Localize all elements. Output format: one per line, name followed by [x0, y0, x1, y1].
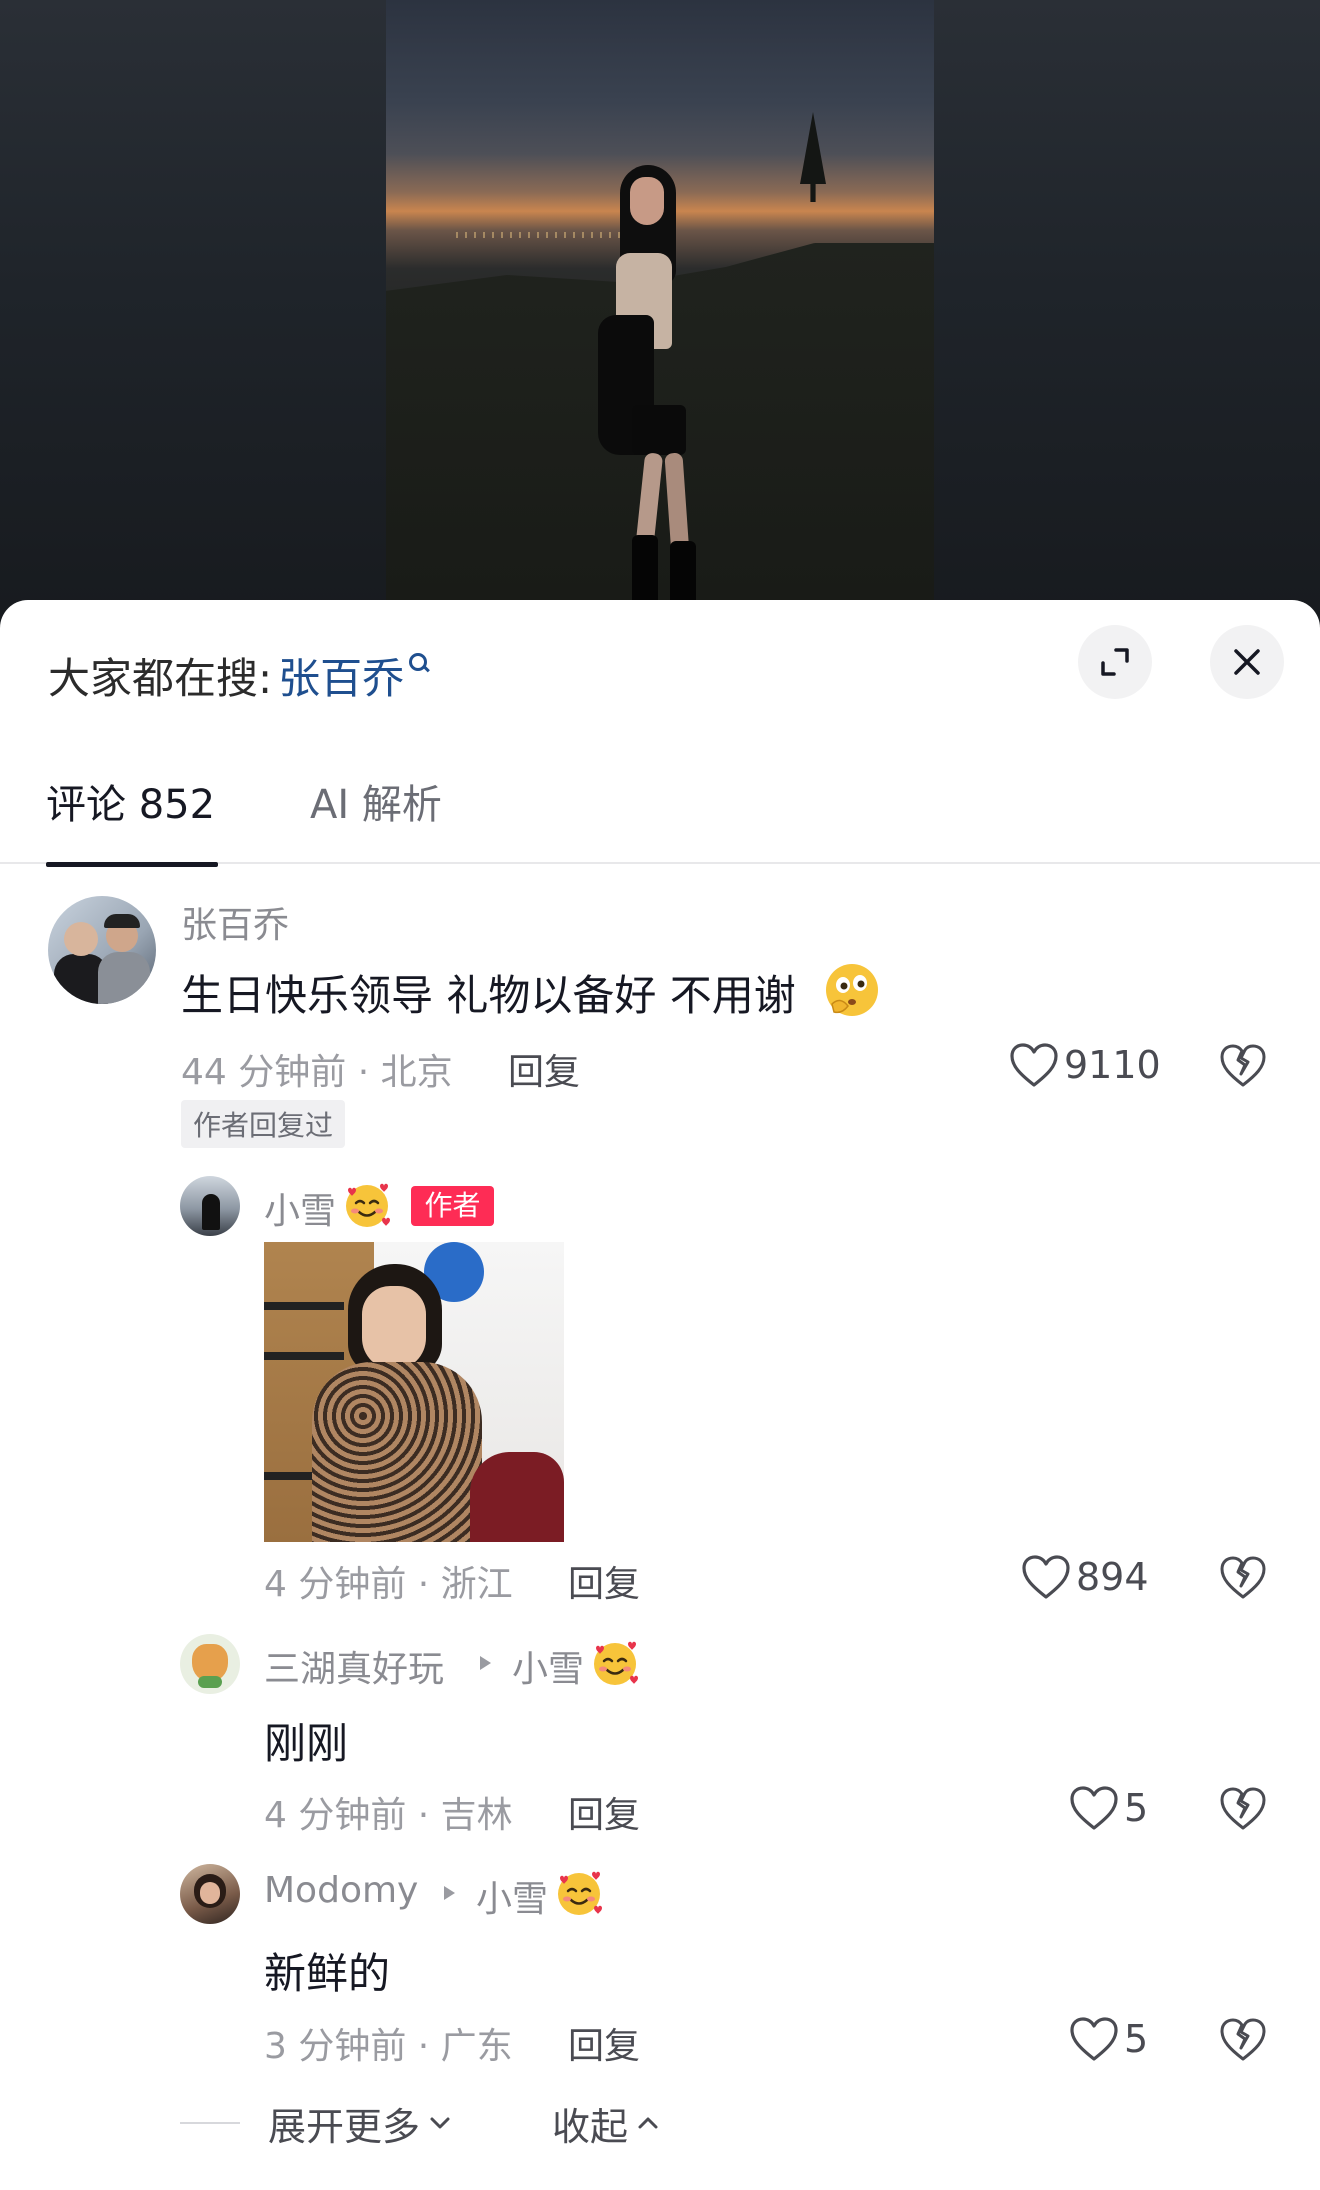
collapse-button[interactable]: 收起: [552, 2098, 662, 2149]
expand-more-label: 展开更多: [268, 2104, 421, 2149]
like-button[interactable]: 5: [1068, 1783, 1148, 1833]
reply-text: 新鲜的: [264, 1949, 391, 1998]
expand-more-button[interactable]: 展开更多: [268, 2096, 454, 2151]
search-term[interactable]: 张百乔: [278, 645, 404, 706]
like-button[interactable]: 5: [1068, 2014, 1148, 2064]
comment-text: 生日快乐领导 礼物以备好 不用谢: [181, 962, 796, 1023]
expand-button[interactable]: [1078, 625, 1152, 699]
tab-ai-label: AI 解析: [310, 782, 442, 828]
dislike-button[interactable]: [1219, 1554, 1267, 1602]
reply-avatar[interactable]: [180, 1176, 240, 1236]
chevron-up-icon: [638, 2117, 658, 2129]
reply-button[interactable]: 回复: [568, 2017, 640, 2069]
broken-heart-icon: [1220, 2018, 1266, 2061]
expand-divider: [180, 2122, 240, 2124]
close-icon: [1234, 649, 1260, 675]
video-player[interactable]: [0, 0, 1320, 640]
like-button[interactable]: 9110: [1008, 1040, 1161, 1090]
smiling-face-with-hearts-emoji: [554, 1868, 604, 1918]
comment-username[interactable]: 张百乔: [181, 896, 289, 948]
comment-sheet: 大家都在搜: 张百乔 评论 852 AI 解析 张百乔 生日快乐领导 礼物以备好…: [0, 600, 1320, 2190]
broken-heart-icon: [1220, 1556, 1266, 1599]
video-person: [598, 165, 708, 611]
reply-meta: 4 分钟前 · 浙江: [264, 1564, 513, 1605]
author-badge: 作者: [411, 1186, 494, 1226]
heart-icon: [1070, 2017, 1118, 2061]
reply-meta: 4 分钟前 · 吉林: [264, 1795, 513, 1836]
tab-comments-label: 评论 852: [46, 782, 216, 828]
comment-text-content: 生日快乐领导 礼物以备好 不用谢: [181, 971, 796, 1020]
search-prefix: 大家都在搜:: [48, 653, 273, 703]
reply-to-username[interactable]: 小雪: [512, 1640, 584, 1692]
search-icon: [408, 652, 430, 674]
reply-button[interactable]: 回复: [508, 1043, 580, 1095]
reply-button[interactable]: 回复: [568, 1786, 640, 1838]
broken-heart-icon: [1220, 1044, 1266, 1087]
heart-icon: [1022, 1555, 1070, 1599]
dislike-button[interactable]: [1219, 2016, 1267, 2064]
smiling-face-with-hearts-emoji: [342, 1180, 392, 1230]
video-frame: [386, 0, 934, 640]
smiling-face-with-hearts-emoji: [590, 1638, 640, 1688]
tab-ai-analysis[interactable]: AI 解析: [310, 772, 442, 830]
like-count: 5: [1124, 1786, 1149, 1830]
expand-row: 展开更多: [180, 2096, 454, 2151]
chevron-down-icon: [430, 2117, 450, 2129]
reply-meta: 3 分钟前 · 广东: [264, 2026, 513, 2067]
avatar[interactable]: [48, 896, 156, 1004]
reply-username[interactable]: Modomy: [264, 1870, 418, 1911]
reply-avatar[interactable]: [180, 1634, 240, 1694]
collapse-label: 收起: [552, 2104, 629, 2149]
reply-button[interactable]: 回复: [568, 1555, 640, 1607]
thinking-face-emoji: [822, 960, 882, 1020]
reply-image[interactable]: [264, 1242, 564, 1542]
like-count: 5: [1124, 2017, 1149, 2061]
reply-arrow-icon: [444, 1886, 455, 1900]
reply-avatar[interactable]: [180, 1864, 240, 1924]
comment-meta: 44 分钟前 · 北京: [181, 1052, 453, 1093]
video-tree: [800, 112, 826, 202]
like-count: 894: [1076, 1555, 1149, 1599]
dislike-button[interactable]: [1219, 1042, 1267, 1090]
author-replied-badge: 作者回复过: [181, 1100, 346, 1148]
expand-icon: [1101, 648, 1129, 676]
like-button[interactable]: 894: [1020, 1552, 1149, 1602]
close-button[interactable]: [1210, 625, 1284, 699]
broken-heart-icon: [1220, 1787, 1266, 1830]
like-count: 9110: [1064, 1043, 1161, 1087]
heart-icon: [1070, 1786, 1118, 1830]
reply-username[interactable]: 小雪: [264, 1182, 336, 1234]
search-suggestion[interactable]: 大家都在搜: 张百乔: [48, 640, 430, 710]
tab-comments[interactable]: 评论 852: [46, 772, 218, 867]
dislike-button[interactable]: [1219, 1785, 1267, 1833]
reply-username[interactable]: 三湖真好玩: [264, 1640, 444, 1692]
tab-active-indicator: [46, 862, 218, 867]
comment-tabs: 评论 852 AI 解析: [0, 750, 1320, 867]
reply-to-username[interactable]: 小雪: [476, 1870, 548, 1922]
reply-arrow-icon: [480, 1656, 491, 1670]
heart-icon: [1010, 1043, 1058, 1087]
reply-text: 刚刚: [264, 1719, 349, 1768]
